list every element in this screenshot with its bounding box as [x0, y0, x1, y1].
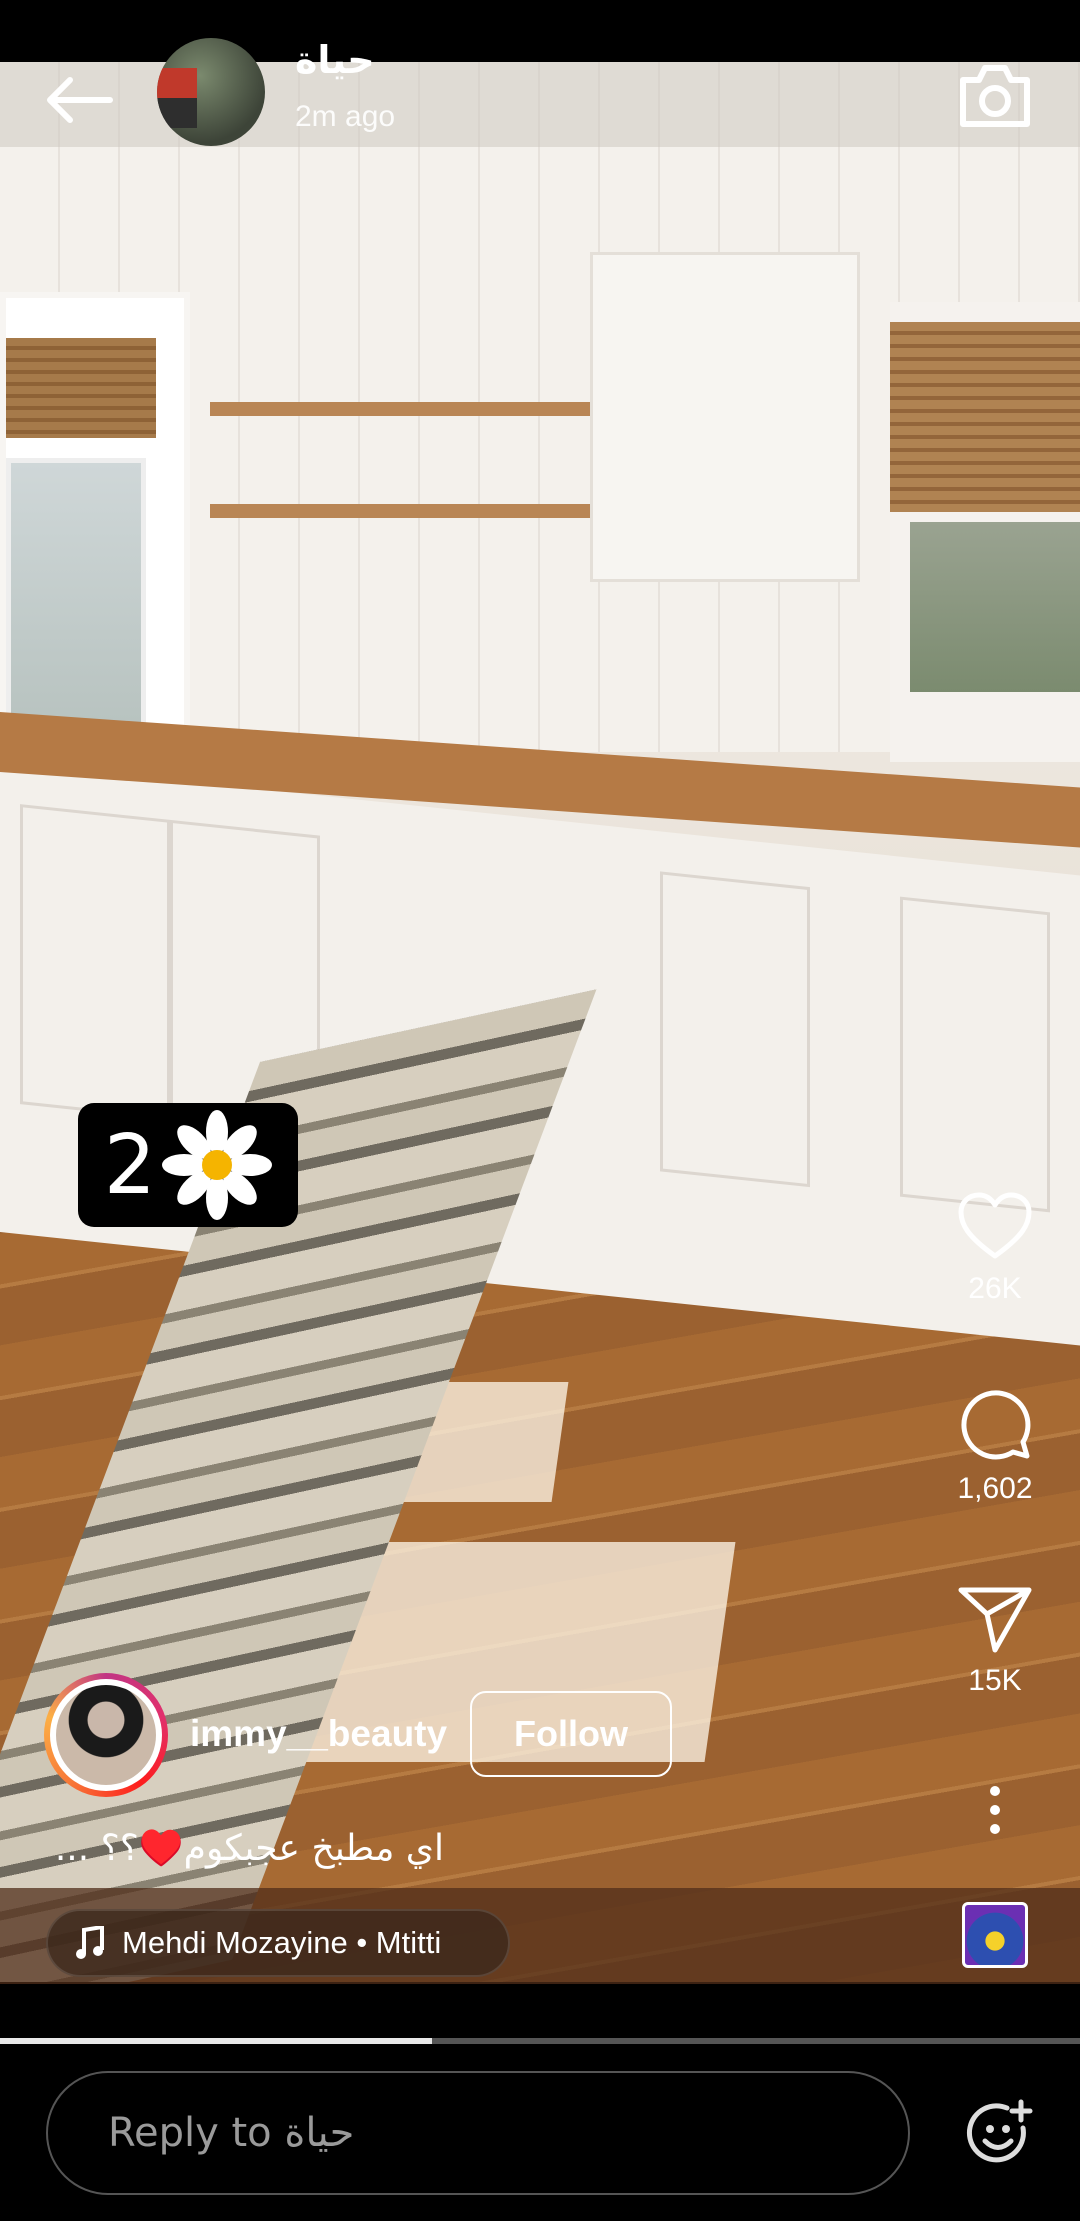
comment-button[interactable]: 1,602: [950, 1386, 1040, 1506]
like-button[interactable]: 26K: [950, 1192, 1040, 1306]
story-caption[interactable]: اي مطبخ عجبكوم♥️؟؟ ...: [44, 1827, 444, 1869]
sticker-number: 2: [103, 1117, 157, 1213]
right-window: [890, 302, 1080, 762]
story-progress-fill: [0, 2038, 432, 2044]
share-button[interactable]: 15K: [950, 1584, 1040, 1698]
more-vertical-icon: [990, 1786, 1000, 1834]
shelf: [210, 402, 590, 416]
daisy-icon: [162, 1110, 273, 1220]
album-art-thumbnail[interactable]: [962, 1902, 1028, 1968]
story-timestamp: 2m ago: [295, 100, 396, 133]
add-reaction-icon[interactable]: [965, 2098, 1037, 2170]
like-count: 26K: [968, 1272, 1022, 1305]
back-arrow-icon[interactable]: [40, 70, 120, 130]
share-count: 15K: [968, 1664, 1022, 1697]
music-note-icon: [76, 1926, 104, 1959]
left-window: [0, 292, 190, 762]
camera-icon[interactable]: [955, 60, 1035, 132]
comment-bubble-icon: [961, 1390, 1031, 1460]
author-username[interactable]: immy__beauty: [190, 1713, 447, 1755]
shelf: [210, 504, 590, 518]
paper-plane-icon: [958, 1587, 1032, 1653]
author-avatar[interactable]: [44, 1673, 168, 1797]
follow-button[interactable]: Follow: [470, 1691, 672, 1777]
story-sticker[interactable]: 2: [78, 1103, 298, 1227]
more-options-button[interactable]: [950, 1785, 1040, 1835]
upper-cabinet: [590, 252, 860, 582]
story-owner-avatar[interactable]: [157, 38, 265, 146]
story-progress-bar: [0, 2038, 1080, 2044]
music-track: Mehdi Mozayine • Mtitti: [122, 1925, 442, 1960]
music-pill[interactable]: Mehdi Mozayine • Mtitti: [46, 1909, 510, 1977]
reply-input[interactable]: [46, 2071, 910, 2195]
story-owner-name[interactable]: حياة: [295, 38, 375, 83]
status-bar: [0, 0, 1080, 62]
heart-icon: [958, 1192, 1032, 1259]
comment-count: 1,602: [957, 1472, 1033, 1505]
